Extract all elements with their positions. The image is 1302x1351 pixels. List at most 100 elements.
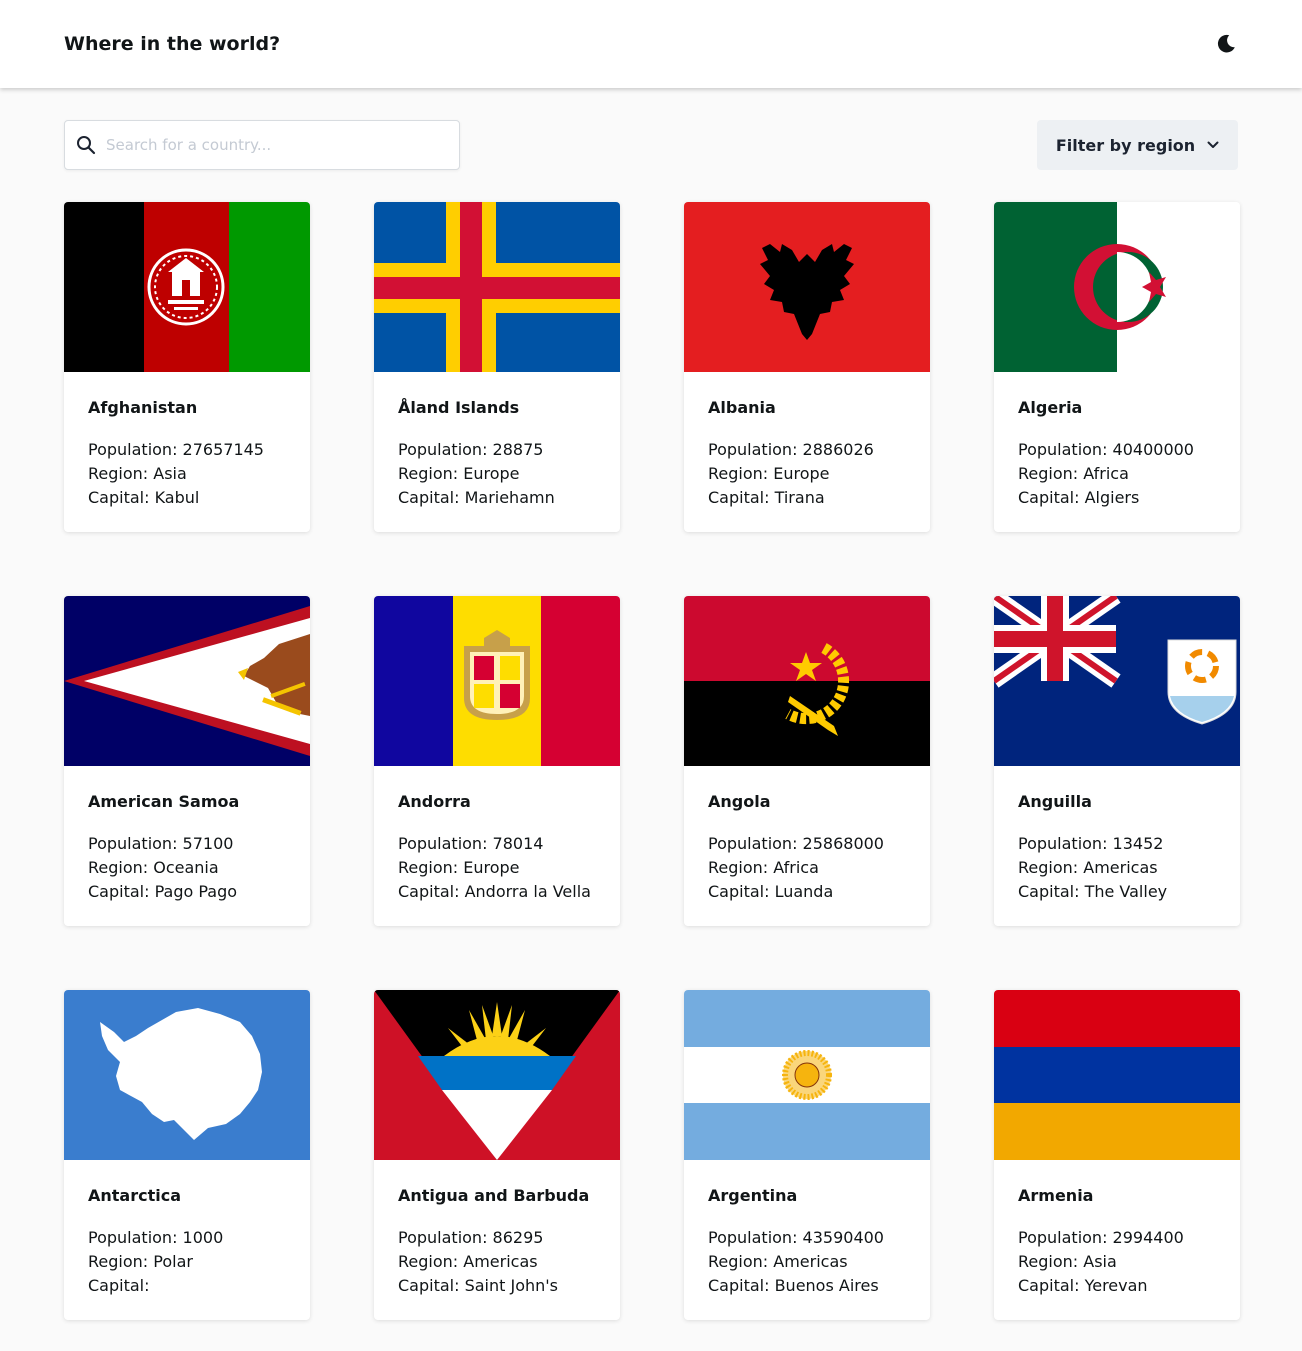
region-label: Region: [398, 464, 464, 483]
capital-row: Capital: Buenos Aires [708, 1274, 906, 1298]
capital-value: Algiers [1084, 488, 1140, 507]
country-name: Angola [708, 792, 771, 811]
antigua-and-barbuda-flag [374, 990, 620, 1160]
country-card[interactable]: American Samoa Population: 57100 Region:… [64, 596, 310, 926]
search-box[interactable] [64, 120, 460, 170]
country-stats: Population: 2994400 Region: Asia Capital… [1018, 1226, 1216, 1298]
country-name: Afghanistan [88, 398, 198, 417]
argentina-flag [684, 990, 930, 1160]
filter-region-dropdown[interactable]: Filter by region [1037, 120, 1238, 170]
country-stats: Population: 28875 Region: Europe Capital… [398, 438, 596, 510]
country-stats: Population: 2886026 Region: Europe Capit… [708, 438, 906, 510]
capital-row: Capital: Pago Pago [88, 880, 286, 904]
country-name: Andorra [398, 792, 471, 811]
country-card[interactable]: Armenia Population: 2994400 Region: Asia… [994, 990, 1240, 1320]
country-card[interactable]: Argentina Population: 43590400 Region: A… [684, 990, 930, 1320]
population-row: Population: 25868000 [708, 832, 906, 856]
region-label: Region: [398, 1252, 464, 1271]
population-label: Population: [88, 834, 183, 853]
population-label: Population: [1018, 834, 1113, 853]
population-label: Population: [1018, 440, 1113, 459]
card-info: Andorra Population: 78014 Region: Europe… [374, 766, 620, 904]
capital-label: Capital: [88, 488, 155, 507]
region-row: Region: Europe [708, 462, 906, 486]
capital-value: Saint John's [464, 1276, 559, 1295]
region-value: Oceania [153, 858, 219, 877]
capital-row: Capital: Yerevan [1018, 1274, 1216, 1298]
afghanistan-flag [64, 202, 310, 372]
population-label: Population: [708, 440, 803, 459]
region-value: Africa [773, 858, 819, 877]
country-card[interactable]: Antarctica Population: 1000 Region: Pola… [64, 990, 310, 1320]
region-value: Europe [463, 464, 520, 483]
country-card[interactable]: Antigua and Barbuda Population: 86295 Re… [374, 990, 620, 1320]
search-input[interactable] [106, 136, 426, 154]
country-stats: Population: 40400000 Region: Africa Capi… [1018, 438, 1216, 510]
region-row: Region: Asia [88, 462, 286, 486]
country-card[interactable]: Algeria Population: 40400000 Region: Afr… [994, 202, 1240, 532]
region-label: Region: [88, 858, 154, 877]
region-label: Region: [1018, 1252, 1084, 1271]
country-card[interactable]: Angola Population: 25868000 Region: Afri… [684, 596, 930, 926]
card-info: Argentina Population: 43590400 Region: A… [684, 1160, 930, 1298]
antarctica-flag [64, 990, 310, 1160]
population-label: Population: [1018, 1228, 1113, 1247]
population-row: Population: 2994400 [1018, 1226, 1216, 1250]
capital-value: The Valley [1084, 882, 1168, 901]
population-label: Population: [398, 1228, 493, 1247]
region-row: Region: Europe [398, 462, 596, 486]
population-row: Population: 13452 [1018, 832, 1216, 856]
country-card[interactable]: Afghanistan Population: 27657145 Region:… [64, 202, 310, 532]
card-info: Antarctica Population: 1000 Region: Pola… [64, 1160, 310, 1298]
anguilla-flag [994, 596, 1240, 766]
population-value: 27657145 [182, 440, 264, 459]
region-label: Region: [398, 858, 464, 877]
capital-label: Capital: [708, 1276, 775, 1295]
region-label: Region: [708, 858, 774, 877]
albania-flag [684, 202, 930, 372]
app-header: Where in the world? [0, 0, 1302, 88]
country-stats: Population: 13452 Region: Americas Capit… [1018, 832, 1216, 904]
aland-islands-flag [374, 202, 620, 372]
region-row: Region: Africa [1018, 462, 1216, 486]
capital-label: Capital: [398, 882, 465, 901]
population-value: 43590400 [802, 1228, 884, 1247]
capital-value: Mariehamn [464, 488, 555, 507]
country-stats: Population: 1000 Region: Polar Capital: [88, 1226, 286, 1298]
card-info: Armenia Population: 2994400 Region: Asia… [994, 1160, 1240, 1298]
theme-toggle-button[interactable] [1210, 28, 1242, 60]
population-value: 78014 [492, 834, 544, 853]
country-card[interactable]: Albania Population: 2886026 Region: Euro… [684, 202, 930, 532]
population-label: Population: [708, 1228, 803, 1247]
card-info: American Samoa Population: 57100 Region:… [64, 766, 310, 904]
capital-label: Capital: [708, 488, 775, 507]
controls-bar: Filter by region [0, 120, 1302, 170]
region-value: Polar [153, 1252, 193, 1271]
region-label: Region: [88, 464, 154, 483]
population-row: Population: 43590400 [708, 1226, 906, 1250]
population-value: 86295 [492, 1228, 544, 1247]
capital-row: Capital: Tirana [708, 486, 906, 510]
capital-label: Capital: [1018, 882, 1085, 901]
filter-label: Filter by region [1055, 135, 1196, 155]
population-label: Population: [88, 1228, 183, 1247]
region-label: Region: [708, 464, 774, 483]
country-stats: Population: 25868000 Region: Africa Capi… [708, 832, 906, 904]
country-name: Albania [708, 398, 776, 417]
population-value: 25868000 [802, 834, 884, 853]
angola-flag [684, 596, 930, 766]
capital-label: Capital: [708, 882, 775, 901]
country-grid: Afghanistan Population: 27657145 Region:… [0, 202, 1302, 1320]
country-card[interactable]: Andorra Population: 78014 Region: Europe… [374, 596, 620, 926]
country-name: Argentina [708, 1186, 798, 1205]
capital-label: Capital: [88, 882, 155, 901]
country-card[interactable]: Anguilla Population: 13452 Region: Ameri… [994, 596, 1240, 926]
country-card[interactable]: Åland Islands Population: 28875 Region: … [374, 202, 620, 532]
population-value: 13452 [1112, 834, 1164, 853]
search-icon [77, 136, 96, 155]
moon-icon [1217, 34, 1235, 53]
capital-value: Yerevan [1084, 1276, 1148, 1295]
region-label: Region: [1018, 464, 1084, 483]
population-value: 2994400 [1112, 1228, 1184, 1247]
region-label: Region: [88, 1252, 154, 1271]
